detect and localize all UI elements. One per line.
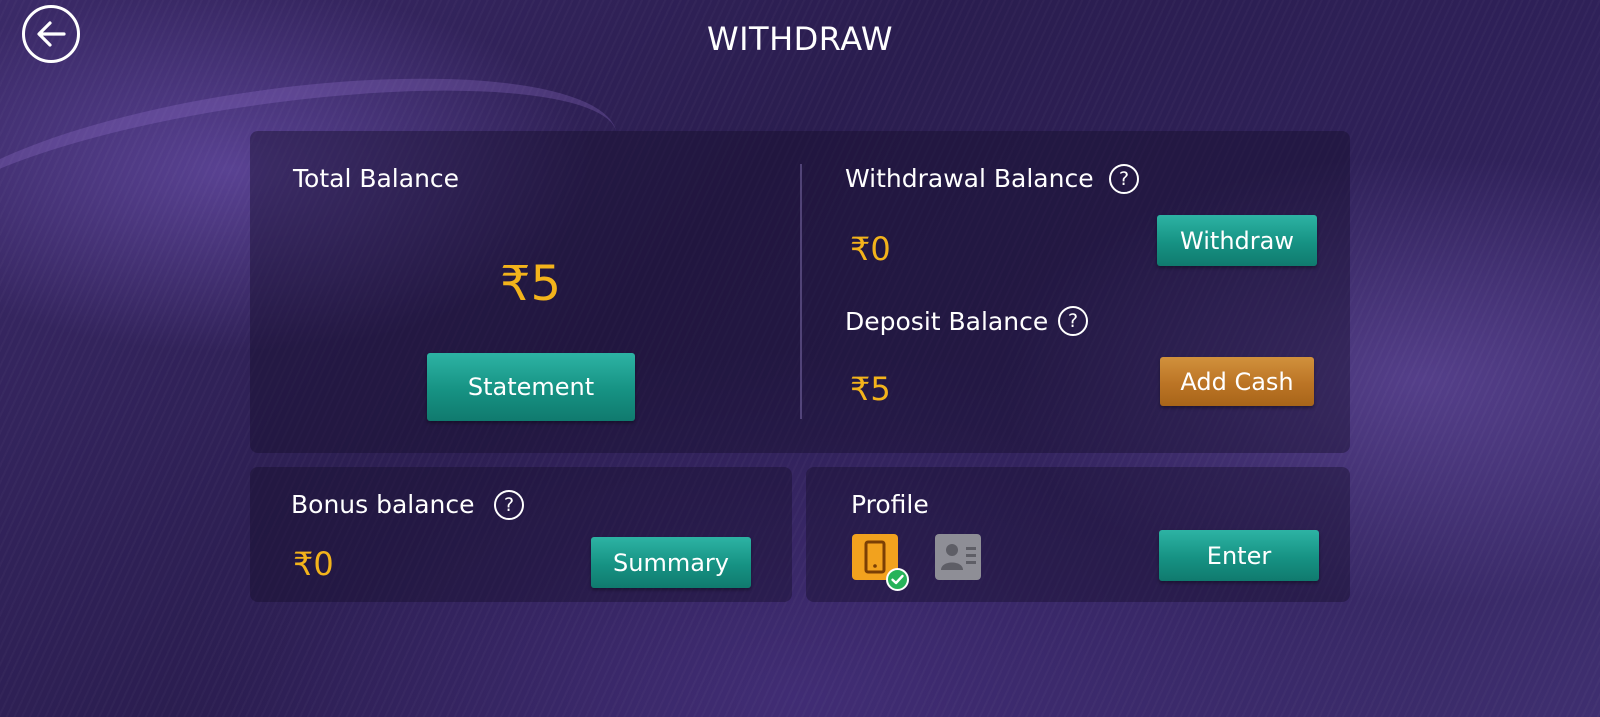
- withdraw-button[interactable]: Withdraw: [1157, 215, 1317, 266]
- page-title: WITHDRAW: [706, 20, 894, 58]
- withdrawal-balance-amount: ₹0: [850, 230, 891, 268]
- check-icon: [886, 568, 909, 591]
- enter-button[interactable]: Enter: [1159, 530, 1319, 581]
- bonus-balance-label: Bonus balance: [291, 490, 475, 519]
- summary-button[interactable]: Summary: [591, 537, 751, 588]
- withdrawal-help-icon[interactable]: ?: [1109, 164, 1139, 194]
- panel-divider: [800, 164, 802, 419]
- deposit-balance-label: Deposit Balance: [845, 307, 1049, 336]
- bonus-help-icon[interactable]: ?: [494, 490, 524, 520]
- deposit-balance-amount: ₹5: [850, 370, 891, 408]
- bonus-balance-amount: ₹0: [293, 545, 334, 583]
- profile-label: Profile: [851, 490, 929, 519]
- id-card-icon[interactable]: [935, 534, 981, 580]
- id-glyph-icon: [941, 544, 976, 570]
- deposit-help-icon[interactable]: ?: [1058, 306, 1088, 336]
- add-cash-button[interactable]: Add Cash: [1160, 357, 1314, 406]
- total-balance-amount: ₹5: [500, 256, 562, 312]
- total-balance-label: Total Balance: [293, 164, 460, 193]
- statement-button[interactable]: Statement: [427, 353, 635, 421]
- withdrawal-balance-label: Withdrawal Balance: [845, 164, 1094, 193]
